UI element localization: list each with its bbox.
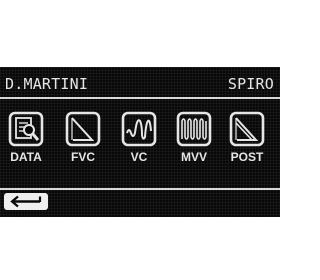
fvc-label: FVC (71, 150, 95, 164)
data-icon (8, 111, 44, 147)
back-arrow-icon (10, 195, 42, 208)
post-icon (229, 111, 265, 147)
post-button[interactable]: POST (225, 111, 269, 171)
mvv-button[interactable]: MVV (172, 111, 216, 171)
user-name: D.MARTINI (5, 75, 89, 93)
post-label: POST (230, 150, 264, 164)
fvc-button[interactable]: FVC (61, 111, 105, 171)
back-button[interactable] (4, 193, 48, 210)
mvv-label: MVV (180, 150, 207, 164)
data-label: DATA (10, 150, 42, 164)
header-divider (0, 97, 280, 99)
vc-label: VC (130, 150, 148, 164)
mode-title: SPIRO (227, 75, 274, 93)
header-bar: D.MARTINI SPIRO (0, 74, 280, 94)
device-screen: D.MARTINI SPIRO DATA FVC VC MVV POST (0, 67, 280, 217)
vc-icon (121, 111, 157, 147)
fvc-icon (65, 111, 101, 147)
data-button[interactable]: DATA (4, 111, 48, 171)
mvv-icon (176, 111, 212, 147)
vc-button[interactable]: VC (117, 111, 161, 171)
